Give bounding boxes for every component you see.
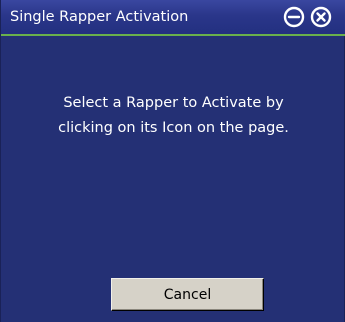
instruction-message: Select a Rapper to Activate by clicking …	[21, 91, 326, 141]
message-line-1: Select a Rapper to Activate by	[63, 95, 284, 111]
minimize-button[interactable]	[283, 6, 305, 28]
dialog-title: Single Rapper Activation	[10, 9, 189, 25]
x-circle-icon	[310, 6, 332, 28]
close-button[interactable]	[310, 6, 332, 28]
title-bar: Single Rapper Activation	[1, 0, 345, 36]
cancel-button[interactable]: Cancel	[111, 278, 264, 311]
activation-dialog: Single Rapper Activation Select a Rapper…	[0, 0, 345, 322]
minus-circle-icon	[283, 6, 305, 28]
message-line-2: clicking on its Icon on the page.	[58, 120, 289, 136]
